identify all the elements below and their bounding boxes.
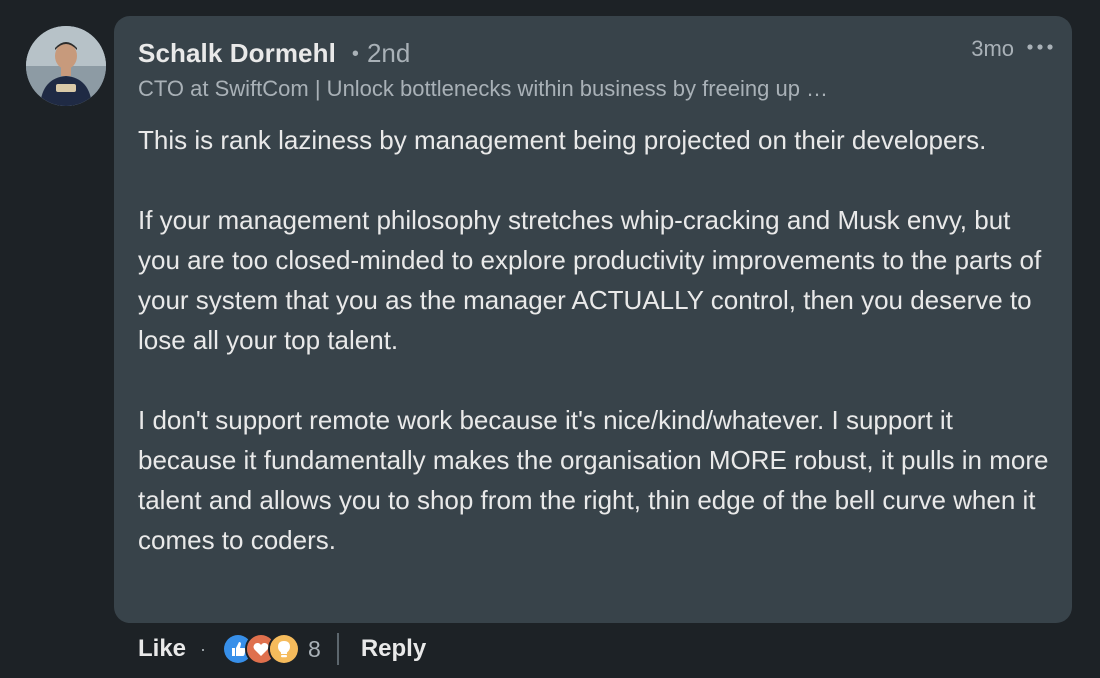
comment: Schalk Dormehl • 2nd CTO at SwiftCom | Un… [0, 0, 1100, 678]
divider [336, 633, 339, 665]
connection-degree-label: 2nd [366, 38, 411, 68]
comment-actions: Like · 8 Reply [138, 629, 426, 669]
reaction-count: 8 [308, 635, 321, 662]
comment-timestamp: 3mo [971, 36, 1014, 61]
comment-body: This is rank laziness by management bein… [138, 120, 1058, 560]
separator-dot: · [200, 638, 207, 659]
comment-paragraph: I don't support remote work because it's… [138, 405, 1049, 555]
comment-paragraph: If your management philosophy stretches … [138, 205, 1042, 355]
avatar-photo [26, 26, 106, 106]
author-name[interactable]: Schalk Dormehl [138, 38, 336, 69]
more-options-icon[interactable] [1026, 38, 1054, 56]
reply-button[interactable]: Reply [361, 635, 426, 663]
avatar[interactable] [26, 26, 106, 106]
author-headline: CTO at SwiftCom | Unlock bottlenecks wit… [138, 76, 829, 101]
author-row: Schalk Dormehl • 2nd [138, 38, 410, 69]
connection-degree: • 2nd [351, 38, 411, 68]
comment-paragraph: This is rank laziness by management bein… [138, 125, 987, 155]
comment-bubble: Schalk Dormehl • 2nd CTO at SwiftCom | Un… [114, 16, 1072, 623]
like-button[interactable]: Like [138, 635, 186, 663]
reactions-summary[interactable]: 8 [222, 633, 321, 665]
insightful-icon [268, 633, 301, 665]
